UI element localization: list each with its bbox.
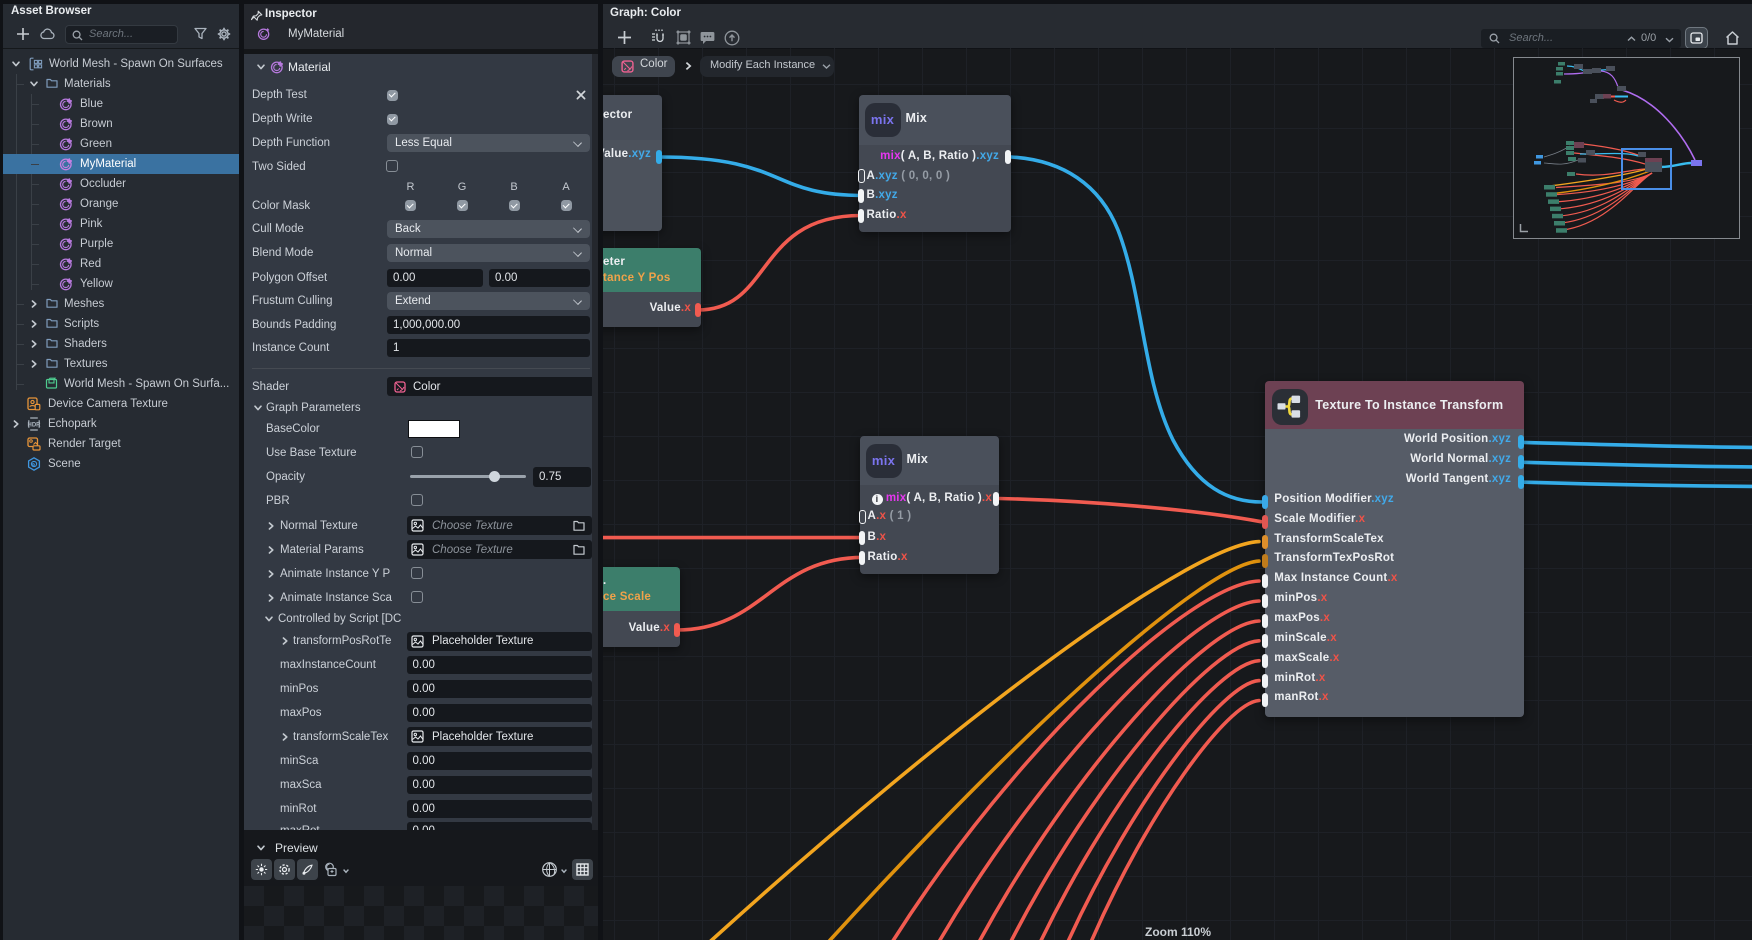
- svg-text:HDR: HDR: [28, 422, 42, 428]
